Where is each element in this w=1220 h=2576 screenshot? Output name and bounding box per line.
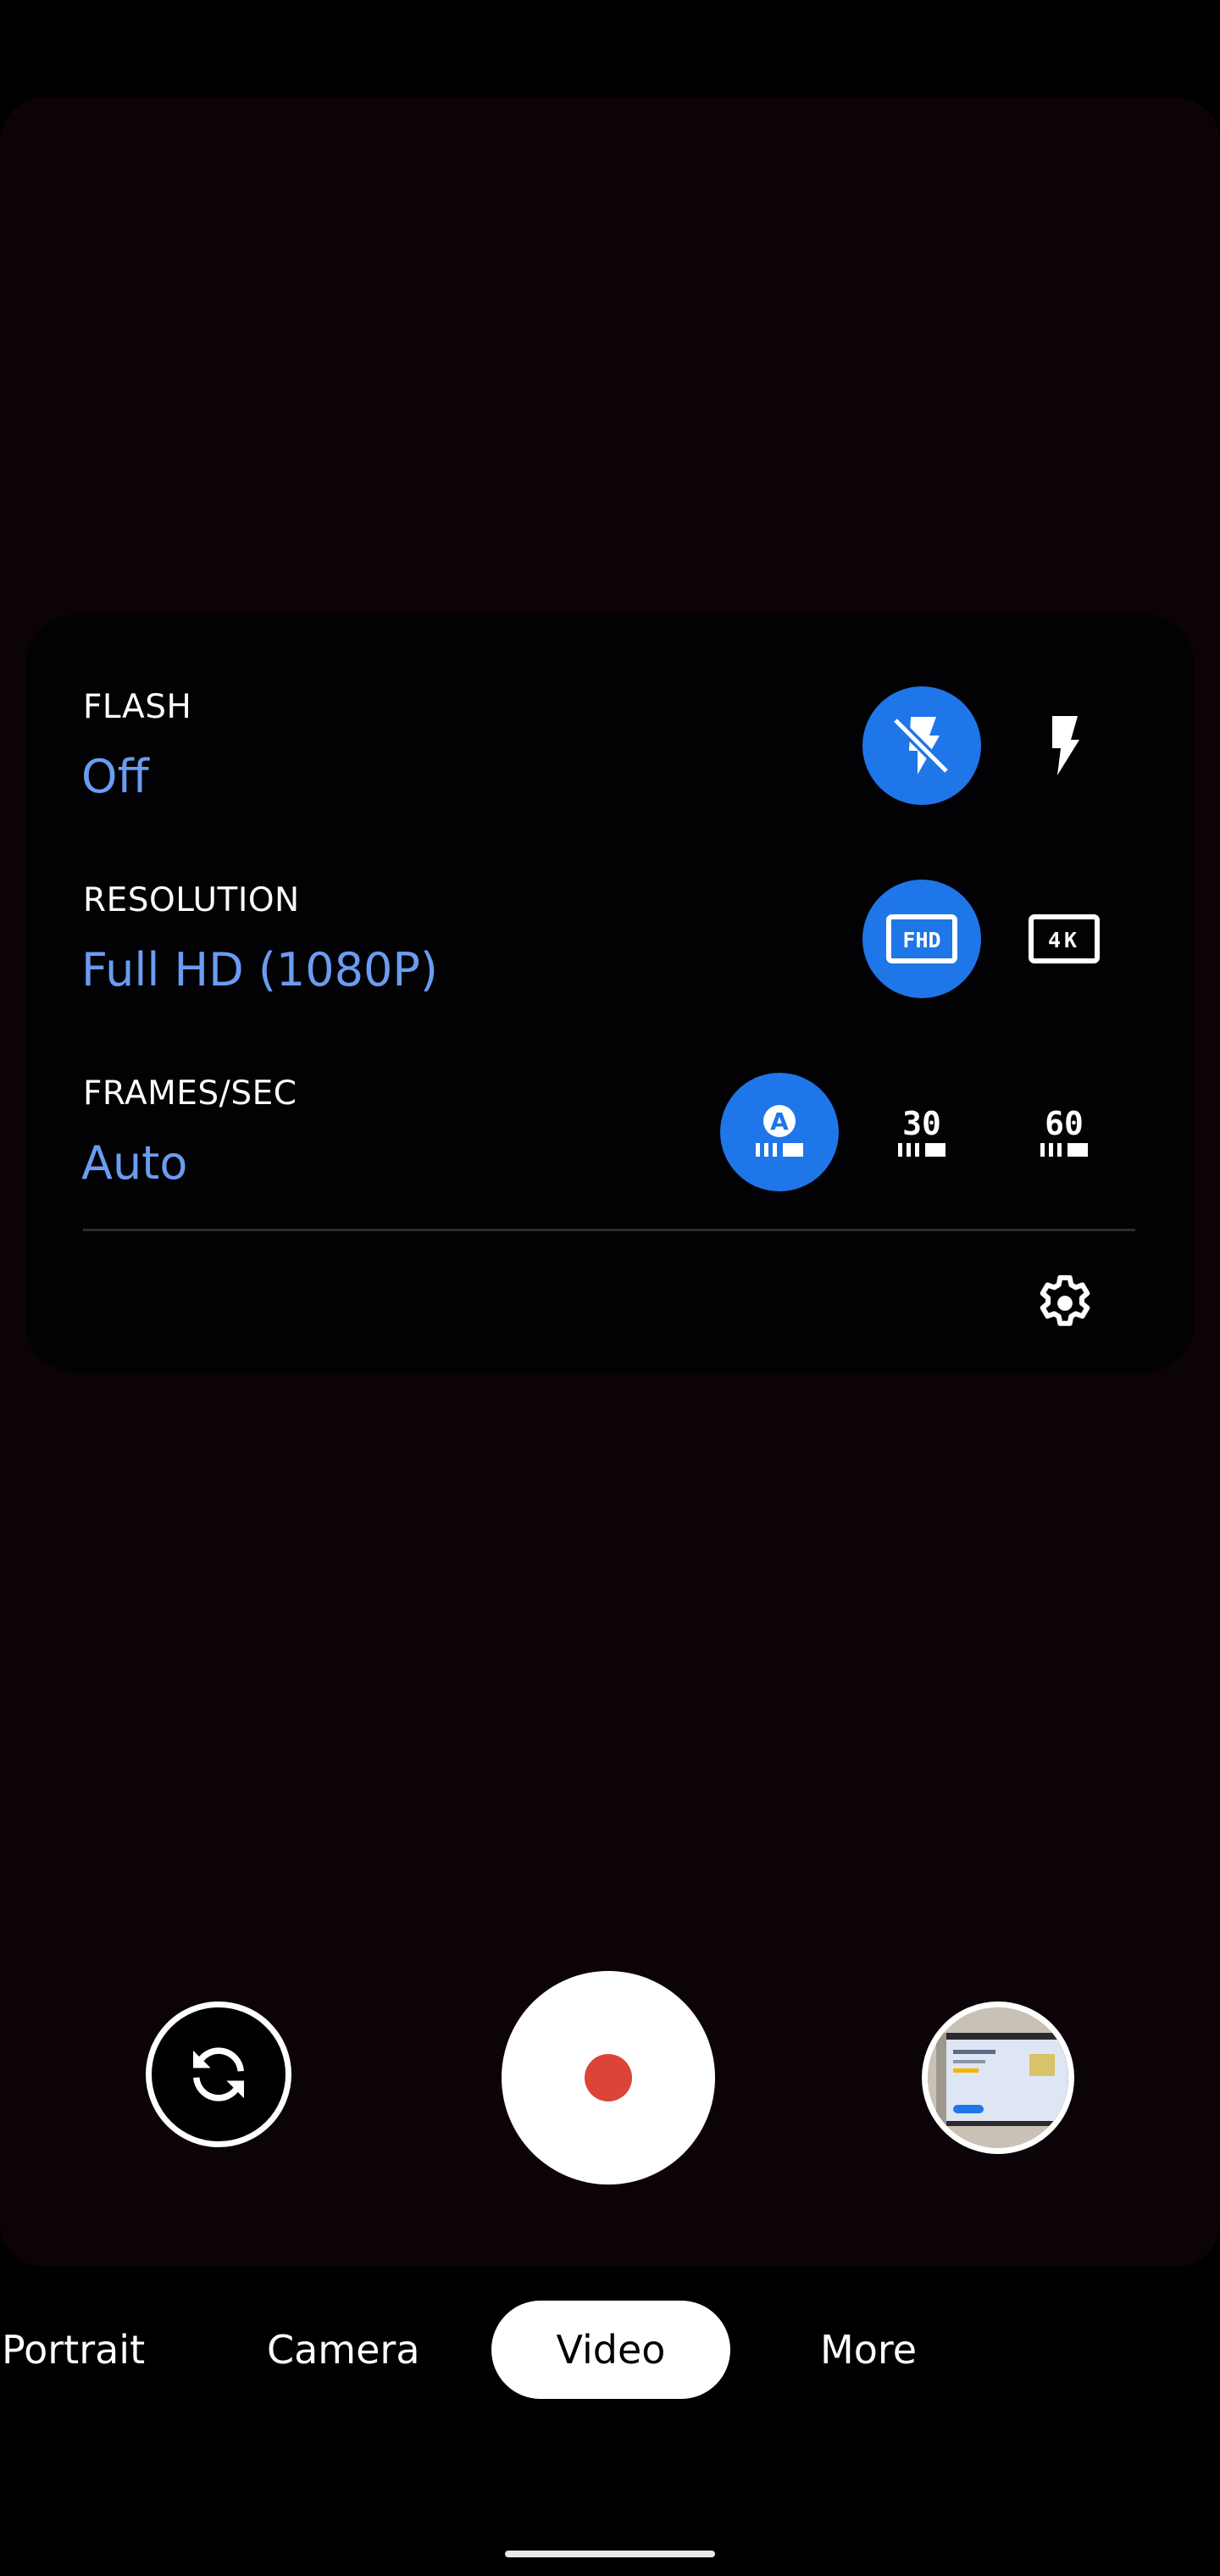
- resolution-4k-button[interactable]: 4K: [1005, 880, 1123, 998]
- mode-selector: Portrait Camera Video More: [0, 2301, 1220, 2399]
- fps-label: FRAMES/SEC: [83, 1074, 297, 1113]
- mode-portrait[interactable]: Portrait: [2, 2301, 145, 2399]
- gear-icon: [1040, 1274, 1090, 1326]
- fps-30-icon: 30: [898, 1105, 946, 1157]
- svg-text:4K: 4K: [1048, 928, 1080, 952]
- fps-30-button[interactable]: 30: [862, 1073, 981, 1191]
- resolution-fhd-button[interactable]: FHD: [862, 880, 981, 998]
- mode-camera[interactable]: Camera: [267, 2301, 420, 2399]
- fps-auto-icon: A: [756, 1105, 803, 1157]
- gallery-thumbnail[interactable]: [922, 2001, 1074, 2154]
- record-button[interactable]: [502, 1971, 715, 2185]
- svg-text:FHD: FHD: [902, 928, 940, 952]
- fps-60-icon: 60: [1040, 1105, 1088, 1157]
- gallery-thumbnail-image: [928, 2007, 1068, 2148]
- flash-on-icon: [1052, 716, 1079, 775]
- 4k-icon: 4K: [1029, 914, 1100, 963]
- fps-value: Auto: [81, 1136, 188, 1190]
- record-icon: [585, 2054, 632, 2101]
- flash-value: Off: [81, 750, 149, 803]
- resolution-value: Full HD (1080P): [81, 943, 438, 997]
- mode-more[interactable]: More: [820, 2301, 917, 2399]
- resolution-label: RESOLUTION: [83, 881, 300, 919]
- mode-video[interactable]: Video: [491, 2301, 730, 2399]
- fhd-icon: FHD: [886, 914, 957, 963]
- svg-text:60: 60: [1045, 1105, 1084, 1142]
- svg-text:30: 30: [902, 1105, 941, 1142]
- panel-divider: [83, 1229, 1135, 1231]
- flash-off-button[interactable]: [862, 686, 981, 805]
- flash-off-icon: [892, 716, 951, 777]
- svg-text:A: A: [770, 1108, 789, 1135]
- fps-60-button[interactable]: 60: [1005, 1073, 1123, 1191]
- home-indicator[interactable]: [505, 2551, 715, 2557]
- fps-auto-button[interactable]: A: [720, 1073, 839, 1191]
- flash-label: FLASH: [83, 688, 192, 726]
- switch-camera-button[interactable]: [146, 2001, 291, 2147]
- flash-on-button[interactable]: [1005, 686, 1123, 805]
- more-settings-button[interactable]: [1023, 1261, 1107, 1346]
- switch-camera-icon: [193, 2047, 244, 2101]
